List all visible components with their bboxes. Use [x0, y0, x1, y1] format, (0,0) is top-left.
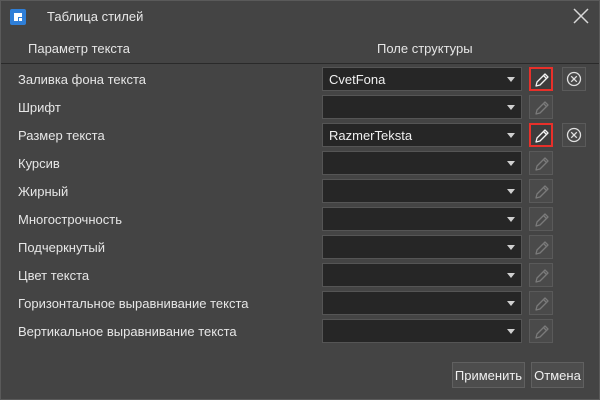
parameter-label: Курсив: [18, 156, 60, 171]
parameter-label: Заливка фона текста: [18, 72, 147, 87]
structure-field-dropdown[interactable]: RazmerTeksta: [322, 123, 522, 147]
edit-button[interactable]: [529, 179, 553, 203]
parameter-label: Многострочность: [18, 212, 122, 227]
structure-field-dropdown[interactable]: [322, 319, 522, 343]
style-row: Жирный: [1, 177, 599, 205]
style-row: Подчеркнутый: [1, 233, 599, 261]
edit-button[interactable]: [529, 123, 553, 147]
style-row: Горизонтальное выравнивание текста: [1, 289, 599, 317]
chevron-down-icon: [507, 189, 515, 194]
edit-button[interactable]: [529, 95, 553, 119]
style-rows: Заливка фона текста CvetFona Шрифт Размер т…: [1, 65, 599, 345]
style-row: Шрифт: [1, 93, 599, 121]
edit-button[interactable]: [529, 263, 553, 287]
chevron-down-icon: [507, 217, 515, 222]
style-row: Размер текста RazmerTeksta: [1, 121, 599, 149]
style-table-dialog: Таблица стилей Параметр текста Поле стру…: [0, 0, 600, 400]
dropdown-value: RazmerTeksta: [329, 128, 413, 143]
style-row: Цвет текста: [1, 261, 599, 289]
style-row: Многострочность: [1, 205, 599, 233]
structure-field-dropdown[interactable]: [322, 95, 522, 119]
header-structure-field: Поле структуры: [377, 41, 473, 56]
dropdown-value: CvetFona: [329, 72, 386, 87]
chevron-down-icon: [507, 329, 515, 334]
chevron-down-icon: [507, 77, 515, 82]
edit-button[interactable]: [529, 319, 553, 343]
style-row: Заливка фона текста CvetFona: [1, 65, 599, 93]
window-title: Таблица стилей: [47, 9, 144, 24]
chevron-down-icon: [507, 105, 515, 110]
clear-button[interactable]: [562, 123, 586, 147]
structure-field-dropdown[interactable]: [322, 291, 522, 315]
cancel-button[interactable]: Отмена: [531, 362, 584, 388]
chevron-down-icon: [507, 161, 515, 166]
structure-field-dropdown[interactable]: [322, 179, 522, 203]
style-row: Курсив: [1, 149, 599, 177]
parameter-label: Шрифт: [18, 100, 61, 115]
structure-field-dropdown[interactable]: [322, 207, 522, 231]
parameter-label: Горизонтальное выравнивание текста: [18, 296, 249, 311]
table-header: Параметр текста Поле структуры: [1, 33, 599, 64]
parameter-label: Жирный: [18, 184, 69, 199]
chevron-down-icon: [507, 273, 515, 278]
app-logo-icon: [10, 9, 26, 25]
structure-field-dropdown[interactable]: CvetFona: [322, 67, 522, 91]
clear-button[interactable]: [562, 67, 586, 91]
structure-field-dropdown[interactable]: [322, 235, 522, 259]
chevron-down-icon: [507, 133, 515, 138]
edit-button[interactable]: [529, 207, 553, 231]
parameter-label: Вертикальное выравнивание текста: [18, 324, 237, 339]
edit-button[interactable]: [529, 235, 553, 259]
close-icon[interactable]: [571, 6, 591, 26]
apply-button[interactable]: Применить: [452, 362, 525, 388]
style-row: Вертикальное выравнивание текста: [1, 317, 599, 345]
structure-field-dropdown[interactable]: [322, 263, 522, 287]
structure-field-dropdown[interactable]: [322, 151, 522, 175]
parameter-label: Подчеркнутый: [18, 240, 106, 255]
chevron-down-icon: [507, 301, 515, 306]
parameter-label: Цвет текста: [18, 268, 90, 283]
title-bar: Таблица стилей: [1, 1, 599, 33]
edit-button[interactable]: [529, 291, 553, 315]
chevron-down-icon: [507, 245, 515, 250]
header-parameter: Параметр текста: [28, 41, 130, 56]
edit-button[interactable]: [529, 151, 553, 175]
parameter-label: Размер текста: [18, 128, 105, 143]
edit-button[interactable]: [529, 67, 553, 91]
